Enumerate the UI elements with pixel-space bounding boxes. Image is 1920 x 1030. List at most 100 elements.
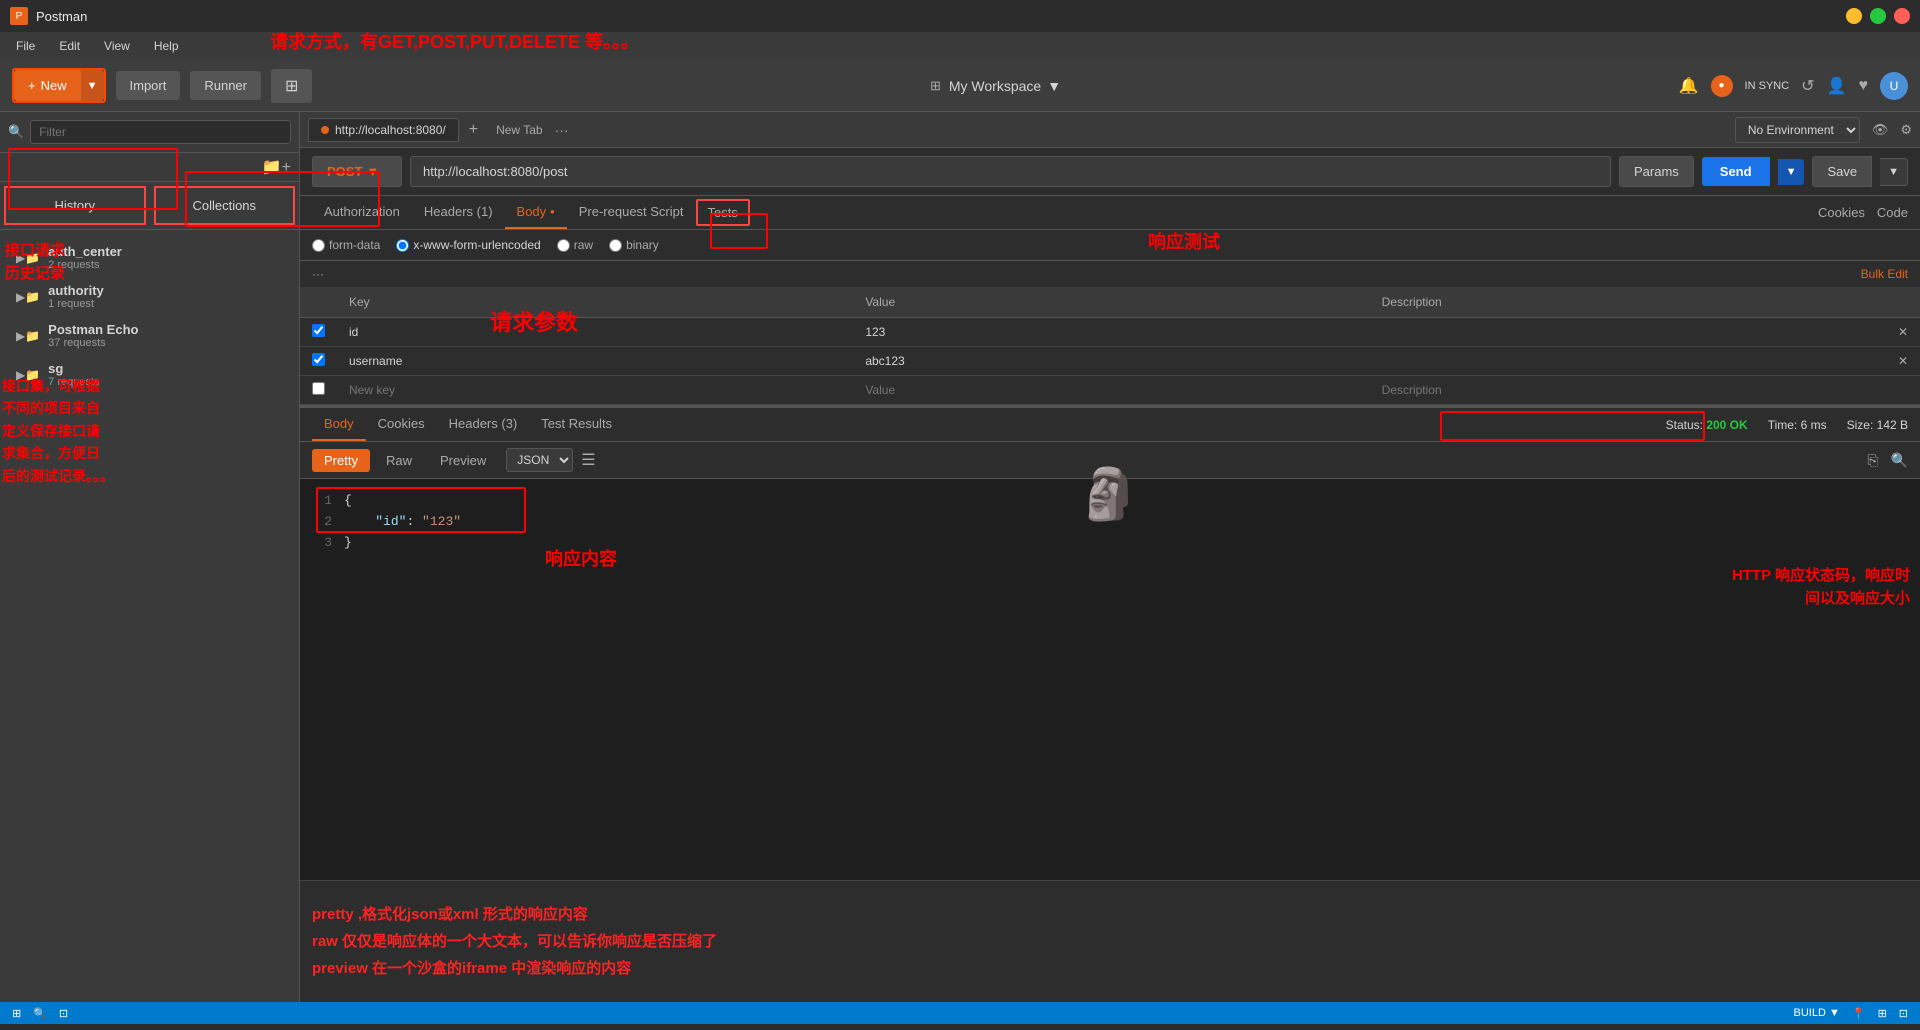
request-tab[interactable]: http://localhost:8080/ [308,118,459,142]
key-field[interactable] [349,354,841,368]
annotation-pretty: pretty ,格式化json或xml 形式的响应内容 raw 仅仅是响应体的一… [312,901,1908,982]
add-tab-button[interactable]: + [463,121,484,139]
method-button[interactable]: POST ▼ [312,156,402,187]
menu-help[interactable]: Help [150,37,183,55]
environment-select[interactable]: No Environment [1735,117,1860,143]
refresh-icon[interactable]: ↺ [1801,76,1814,96]
new-collection-button[interactable]: 📁+ [262,157,291,177]
value-field[interactable] [865,325,1357,339]
sidebar-search-bar: 🔍 [0,112,299,153]
option-raw[interactable]: raw [557,238,593,252]
layout-button[interactable]: ⊞ [271,69,312,103]
tab-collections[interactable]: Collections [154,186,296,225]
value-field[interactable] [865,354,1357,368]
table-actions: ··· Bulk Edit [300,261,1920,287]
new-desc-field[interactable] [1382,383,1874,397]
save-dropdown-button[interactable]: ▼ [1880,158,1908,186]
menu-view[interactable]: View [100,37,134,55]
req-tab-right: Cookies Code [1818,205,1908,220]
location-icon[interactable]: 📍 [1852,1007,1866,1020]
url-input[interactable] [410,156,1611,187]
status-layout-icon[interactable]: ⊞ [12,1007,21,1020]
tab-authorization[interactable]: Authorization [312,196,412,229]
status-label-text: Status: [1666,418,1703,432]
tab-pre-request[interactable]: Pre-request Script [567,196,696,229]
tab-tests[interactable]: Tests [696,199,750,226]
save-button[interactable]: Save [1812,156,1872,187]
copy-button[interactable]: ⎘ [1867,452,1878,469]
user-icon[interactable]: 👤 [1827,76,1847,96]
heart-icon[interactable]: ♥ [1859,77,1869,95]
option-form-data[interactable]: form-data [312,238,380,252]
eye-icon[interactable]: 👁 [1872,122,1889,138]
main-layout: 🔍 📁+ History Collections ▶📁 auth_center … [0,112,1920,1002]
menu-edit[interactable]: Edit [55,37,84,55]
close-button[interactable] [1894,8,1910,24]
folder-icon: ▶📁 [16,368,40,382]
tab-dot [321,126,329,134]
new-dropdown-button[interactable]: ▼ [81,70,104,101]
new-button[interactable]: + New [14,70,81,101]
list-item[interactable]: ▶📁 authority 1 request [8,277,291,316]
status-search-icon[interactable]: 🔍 [33,1007,47,1020]
resp-tab-cookies[interactable]: Cookies [366,408,437,441]
row-checkbox[interactable] [312,324,325,337]
bell-icon[interactable]: 🔔 [1679,76,1699,96]
list-item[interactable]: ▶📁 auth_center 2 requests [8,238,291,277]
view-tab-pretty[interactable]: Pretty [312,449,370,472]
resp-tab-headers[interactable]: Headers (3) [437,408,530,441]
tab-headers[interactable]: Headers (1) [412,196,505,229]
resp-tab-test-results[interactable]: Test Results [529,408,624,441]
key-field[interactable] [349,325,841,339]
resp-tab-body[interactable]: Body [312,408,366,441]
wrap-button[interactable]: ☰ [581,450,595,470]
bulk-edit-button[interactable]: Bulk Edit [1861,267,1908,281]
format-select[interactable]: JSON [506,448,573,472]
code-link[interactable]: Code [1877,205,1908,220]
view-tab-raw[interactable]: Raw [374,449,424,472]
new-value-field[interactable] [865,383,1357,397]
folder-icon: ▶📁 [16,290,40,304]
status-history-icon[interactable]: ⊡ [59,1007,68,1020]
env-gear-icon[interactable]: ⚙ [1900,122,1912,138]
workspace-button[interactable]: My Workspace ▼ [949,78,1061,94]
list-item[interactable]: ▶📁 sg 7 requests [8,355,291,394]
desc-field[interactable] [1382,325,1874,339]
sidebar-item-authority: authority 1 request [48,283,104,310]
new-row-checkbox[interactable] [312,382,325,395]
build-label[interactable]: BUILD ▼ [1794,1007,1840,1019]
folder-icon: ▶📁 [16,251,40,265]
tab-body[interactable]: Body [505,196,567,229]
params-button[interactable]: Params [1619,156,1694,187]
status-value: 200 OK [1706,418,1747,432]
status-layout-icon2[interactable]: ⊞ [1878,1007,1887,1020]
tab-history[interactable]: History [4,186,146,225]
send-dropdown-button[interactable]: ▼ [1778,159,1805,185]
sync-icon: ● [1711,75,1733,97]
request-sub-tabs: Authorization Headers (1) Body Pre-reque… [300,196,1920,230]
row-checkbox[interactable] [312,353,325,366]
new-key-field[interactable] [349,383,841,397]
import-button[interactable]: Import [116,71,181,100]
runner-button[interactable]: Runner [190,71,261,100]
search-input[interactable] [30,120,291,144]
send-button[interactable]: Send [1702,157,1770,186]
status-panel-icon[interactable]: ⊡ [1899,1007,1908,1020]
list-item[interactable]: ▶📁 Postman Echo 37 requests [8,316,291,355]
minimize-button[interactable] [1846,8,1862,24]
option-binary[interactable]: binary [609,238,659,252]
code-text: "id": "123" [344,512,461,533]
cookies-link[interactable]: Cookies [1818,205,1865,220]
search-response-button[interactable]: 🔍 [1891,452,1908,469]
row-delete-icon[interactable]: ✕ [1898,325,1908,339]
option-urlencoded[interactable]: x-www-form-urlencoded [396,238,540,252]
maximize-button[interactable] [1870,8,1886,24]
params-table: Key Value Description ✕ [300,287,1920,405]
row-delete-icon[interactable]: ✕ [1898,354,1908,368]
view-tab-preview[interactable]: Preview [428,449,498,472]
desc-field[interactable] [1382,354,1874,368]
more-tabs-button[interactable]: ··· [555,122,569,138]
avatar[interactable]: U [1880,72,1908,100]
menu-file[interactable]: File [12,37,39,55]
urlencoded-label: x-www-form-urlencoded [413,238,540,252]
